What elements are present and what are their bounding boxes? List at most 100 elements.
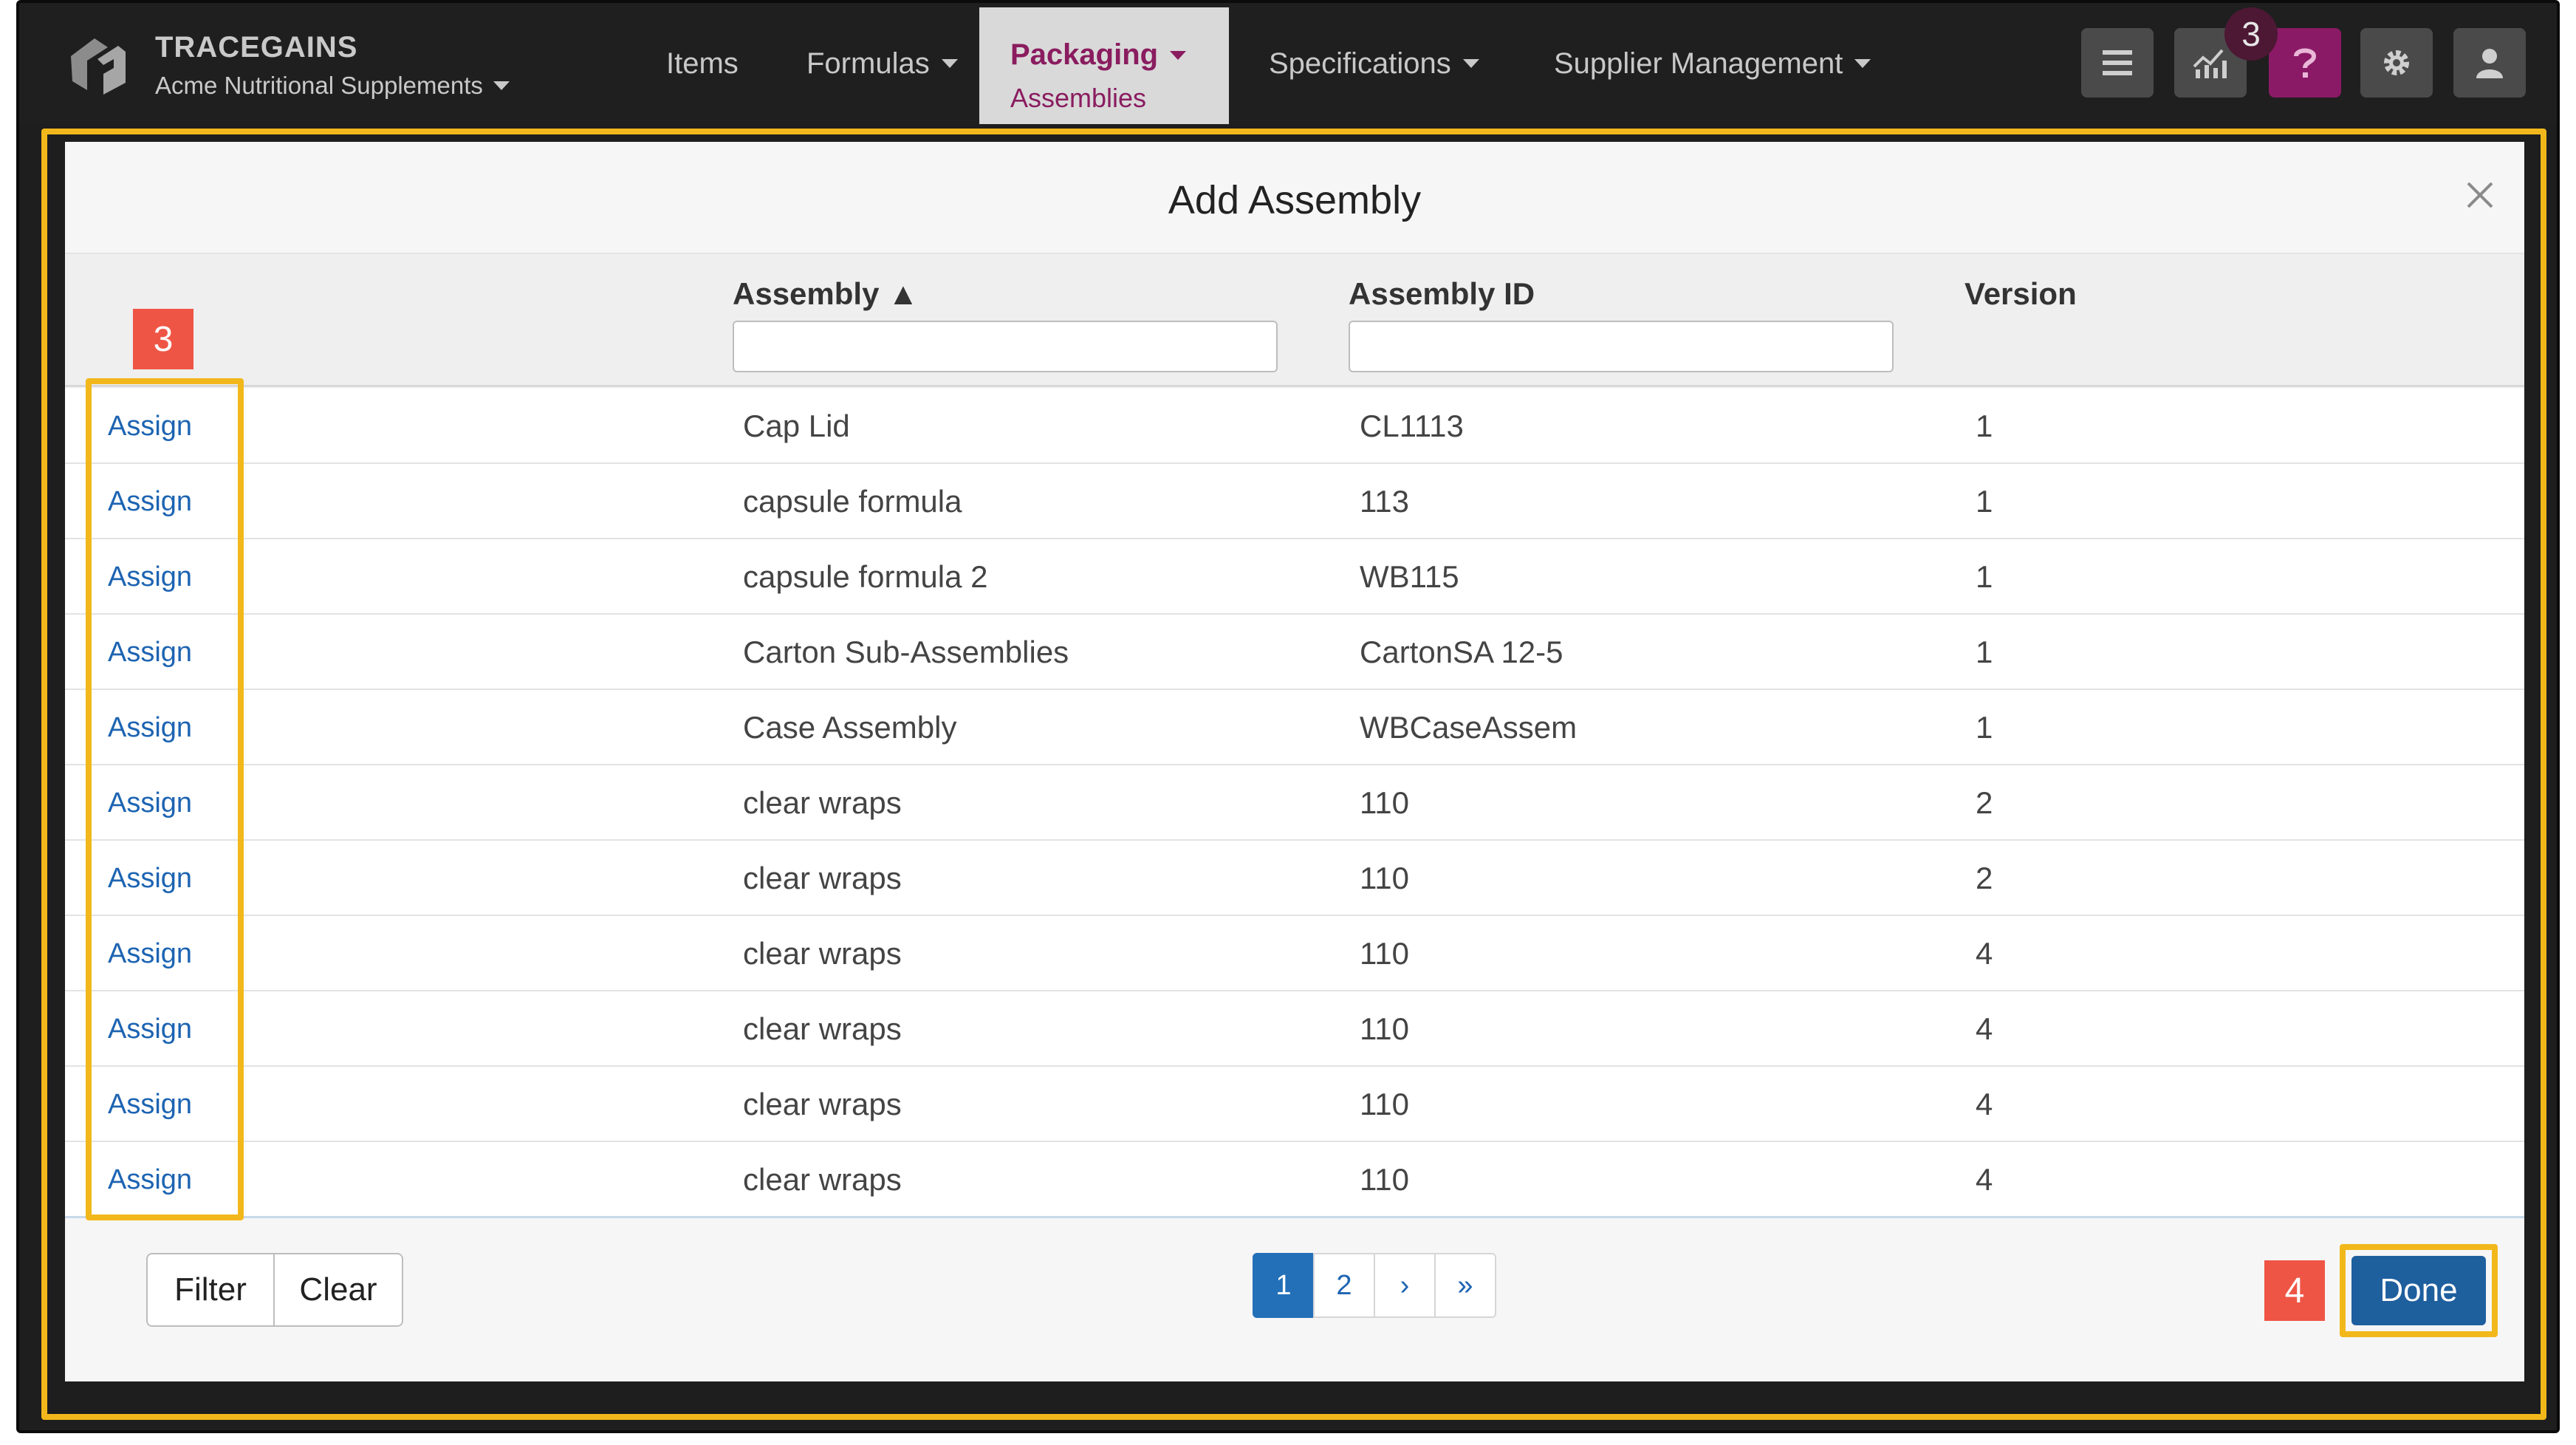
table-row: Assign clear wraps 110 4: [65, 1067, 2524, 1142]
nav-items[interactable]: Items: [666, 3, 739, 124]
user-button[interactable]: [2453, 28, 2526, 98]
company-switcher[interactable]: Acme Nutritional Supplements: [155, 72, 510, 100]
page-2-button[interactable]: 2: [1313, 1253, 1375, 1318]
assembly-id: WBCaseAssem: [1360, 710, 1578, 745]
assembly-id: 113: [1360, 484, 1409, 519]
settings-button[interactable]: [2360, 28, 2433, 98]
chevron-down-icon: [1170, 50, 1187, 60]
next-page-button[interactable]: ›: [1374, 1253, 1436, 1318]
nav-packaging-label: Packaging: [1010, 38, 1159, 71]
tracegains-logo-icon[interactable]: [65, 30, 131, 96]
brand-name: TRACEGAINS: [155, 31, 358, 64]
nav-specifications-label: Specifications: [1269, 47, 1451, 80]
nav-active-subpage: Assemblies: [1010, 83, 1147, 113]
assembly-version: 1: [1976, 710, 1993, 745]
page-1-button[interactable]: 1: [1253, 1253, 1315, 1318]
column-assembly-id[interactable]: Assembly ID: [1349, 276, 1535, 312]
assembly-name: capsule formula: [743, 484, 962, 519]
nav-formulas[interactable]: Formulas: [806, 3, 958, 124]
assembly-name: clear wraps: [743, 936, 902, 971]
assembly-version: 2: [1976, 861, 1993, 895]
last-page-button[interactable]: »: [1434, 1253, 1496, 1318]
table-row: Assign clear wraps 110 4: [65, 991, 2524, 1067]
company-name: Acme Nutritional Supplements: [155, 72, 483, 99]
hamburger-icon: [2103, 50, 2132, 75]
assembly-id: CartonSA 12-5: [1360, 635, 1563, 669]
table-footer-divider: [65, 1216, 2524, 1218]
assembly-id-filter-input[interactable]: [1349, 321, 1894, 372]
nav-formulas-label: Formulas: [806, 47, 930, 80]
table-row: Assign capsule formula 2 WB115 1: [65, 539, 2524, 615]
assembly-version: 1: [1976, 559, 1993, 594]
assembly-name: clear wraps: [743, 785, 902, 820]
assembly-name: Cap Lid: [743, 409, 850, 443]
assembly-table-body: Assign Cap Lid CL1113 1 Assign capsule f…: [65, 389, 2524, 1217]
help-button[interactable]: [2269, 28, 2341, 98]
column-assembly[interactable]: Assembly ▲: [733, 276, 919, 312]
add-assembly-modal: Add Assembly Assembly ▲ Assembly ID Vers…: [65, 142, 2524, 1381]
assembly-name: clear wraps: [743, 861, 902, 895]
assembly-filter-input[interactable]: [733, 321, 1278, 372]
chart-icon: [2193, 49, 2227, 78]
assembly-name: capsule formula 2: [743, 559, 988, 594]
assign-column-highlight: [86, 378, 244, 1220]
table-row: Assign Cap Lid CL1113 1: [65, 389, 2524, 464]
assembly-name: clear wraps: [743, 1162, 902, 1197]
assembly-version: 4: [1976, 1162, 1993, 1197]
table-row: Assign clear wraps 110 2: [65, 765, 2524, 841]
assembly-version: 4: [1976, 1087, 1993, 1121]
table-row: Assign clear wraps 110 2: [65, 841, 2524, 916]
assembly-id: 110: [1360, 861, 1409, 895]
nav-packaging[interactable]: Packaging Assemblies: [979, 7, 1229, 124]
filter-button-group: Filter Clear: [146, 1253, 403, 1327]
assembly-id: 110: [1360, 936, 1409, 971]
user-icon: [2476, 49, 2503, 78]
table-row: Assign clear wraps 110 4: [65, 1142, 2524, 1217]
table-row: Assign Carton Sub-Assemblies CartonSA 12…: [65, 615, 2524, 690]
top-navbar: TRACEGAINS Acme Nutritional Supplements …: [19, 3, 2557, 124]
assembly-id: WB115: [1360, 559, 1459, 594]
assembly-version: 4: [1976, 936, 1993, 971]
modal-title: Add Assembly: [1168, 178, 1422, 222]
assembly-version: 1: [1976, 484, 1993, 519]
assembly-name: clear wraps: [743, 1087, 902, 1121]
table-header: Assembly ▲ Assembly ID Version: [65, 253, 2524, 387]
done-button[interactable]: Done: [2351, 1256, 2486, 1325]
question-icon: [2294, 48, 2317, 78]
brand: TRACEGAINS Acme Nutritional Supplements: [155, 31, 510, 100]
gear-icon: [2384, 50, 2409, 75]
notification-badge: 3: [2224, 7, 2278, 61]
nav-supplier-management[interactable]: Supplier Management: [1554, 3, 1871, 124]
assembly-id: CL1113: [1360, 409, 1464, 443]
chevron-down-icon: [1854, 59, 1871, 68]
assembly-name: Carton Sub-Assemblies: [743, 635, 1069, 669]
assembly-version: 4: [1976, 1011, 1993, 1046]
table-row: Assign clear wraps 110 4: [65, 916, 2524, 991]
nav-supplier-management-label: Supplier Management: [1554, 47, 1843, 80]
assembly-name: Case Assembly: [743, 710, 957, 745]
nav-specifications[interactable]: Specifications: [1269, 3, 1479, 124]
assembly-name: clear wraps: [743, 1011, 902, 1046]
assembly-id: 110: [1360, 1011, 1409, 1046]
assembly-version: 2: [1976, 785, 1993, 820]
pagination: 1 2 › »: [1253, 1253, 1496, 1318]
step-marker-4: 4: [2264, 1260, 2325, 1321]
close-icon[interactable]: [2464, 179, 2496, 211]
assembly-id: 110: [1360, 1087, 1409, 1121]
table-row: Assign capsule formula 113 1: [65, 464, 2524, 539]
nav-items-label: Items: [666, 47, 739, 80]
assembly-version: 1: [1976, 635, 1993, 669]
chevron-down-icon: [941, 59, 958, 68]
chevron-down-icon: [1462, 59, 1479, 68]
assembly-id: 110: [1360, 1162, 1409, 1197]
column-version[interactable]: Version: [1964, 276, 2077, 312]
assembly-id: 110: [1360, 785, 1409, 820]
assembly-version: 1: [1976, 409, 1993, 443]
menu-button[interactable]: [2081, 28, 2154, 98]
chevron-down-icon: [493, 81, 510, 90]
table-row: Assign Case Assembly WBCaseAssem 1: [65, 690, 2524, 765]
app-window: TRACEGAINS Acme Nutritional Supplements …: [16, 0, 2560, 1433]
step-marker-3: 3: [133, 309, 193, 369]
clear-button[interactable]: Clear: [275, 1253, 403, 1327]
filter-button[interactable]: Filter: [146, 1253, 275, 1327]
